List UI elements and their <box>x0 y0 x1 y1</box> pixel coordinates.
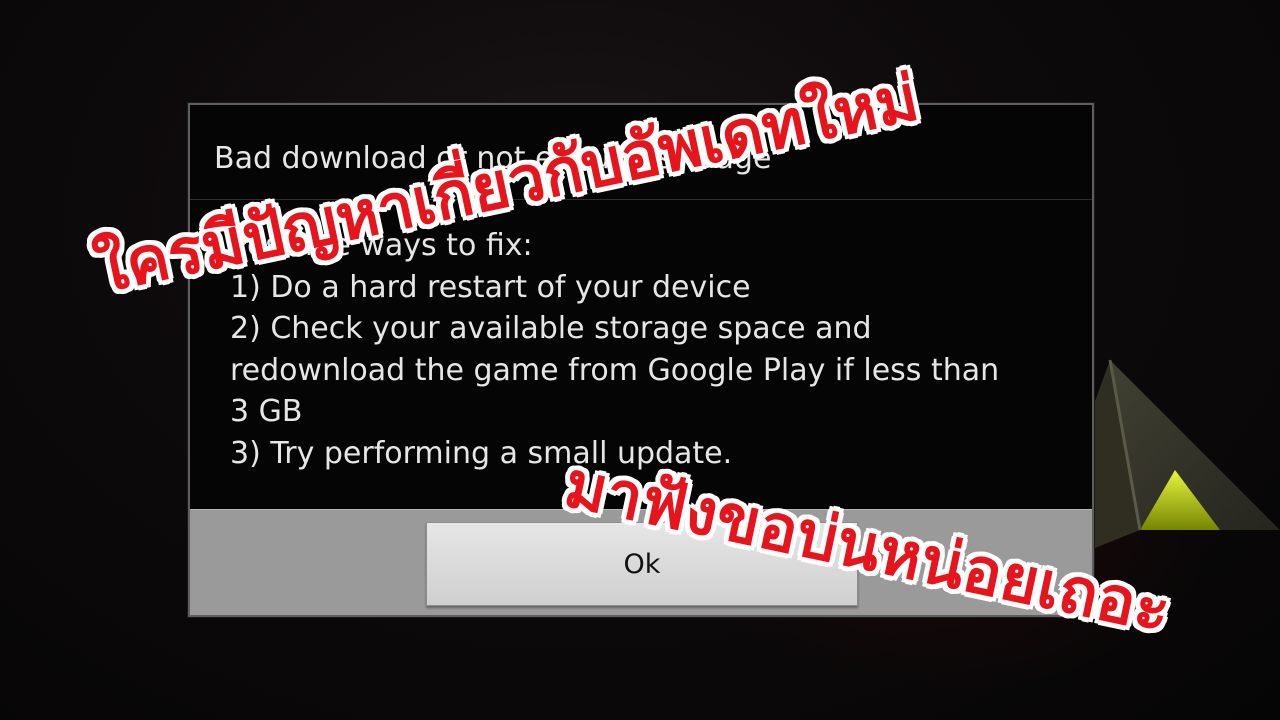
message-line: 1) Do a hard restart of your device <box>230 269 751 305</box>
message-line: redownload the game from Google Play if … <box>230 352 1000 388</box>
ark-logo-icon <box>1070 359 1280 550</box>
message-line: 3 GB <box>230 394 303 429</box>
message-line: 2) Check your available storage space an… <box>230 311 872 346</box>
